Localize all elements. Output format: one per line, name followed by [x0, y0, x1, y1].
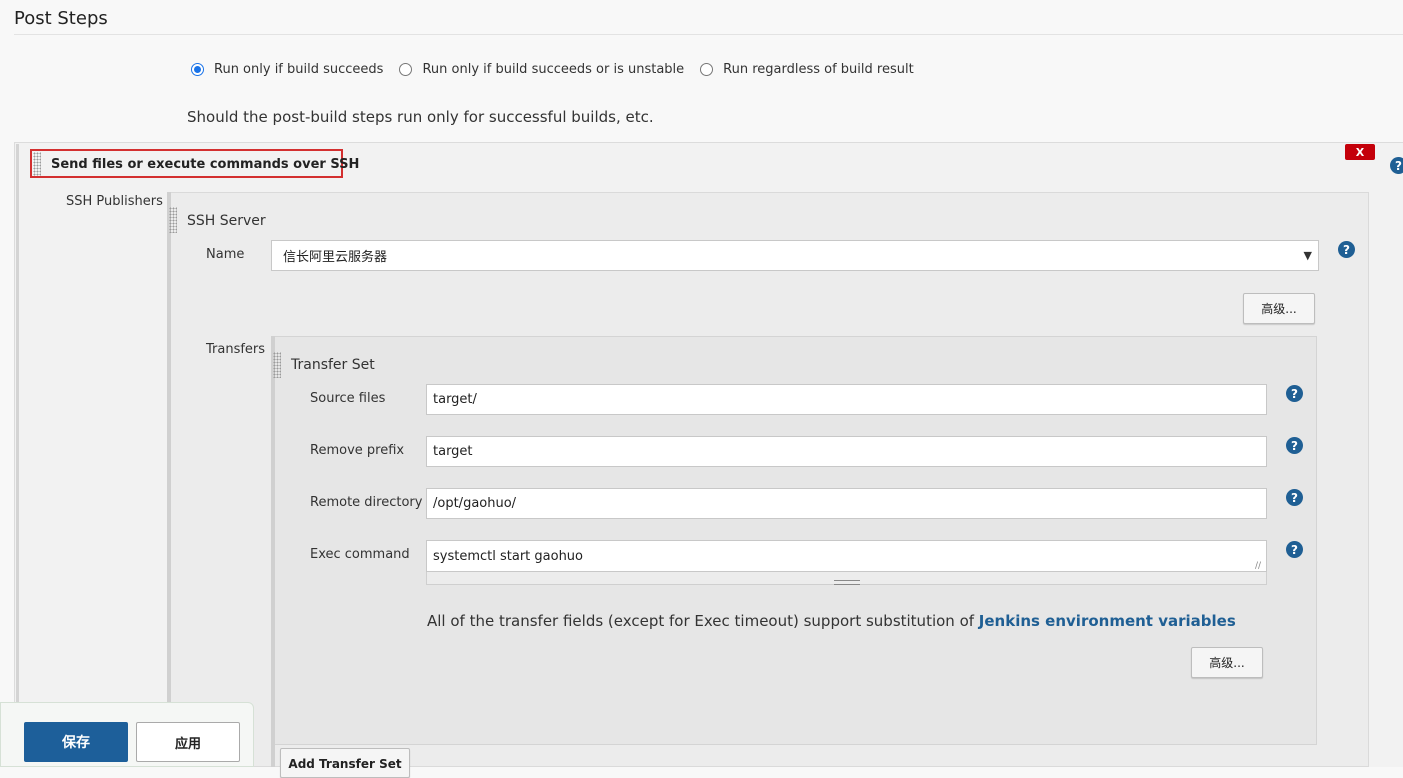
radio-option-unstable[interactable]: Run only if build succeeds or is unstabl…: [399, 62, 692, 77]
radio-label[interactable]: Run only if build succeeds or is unstabl…: [422, 62, 684, 77]
ssh-publishers-label: SSH Publishers: [66, 194, 163, 209]
help-icon[interactable]: ?: [1338, 241, 1355, 258]
remote-directory-label: Remote directory: [310, 495, 423, 510]
step-title: Send files or execute commands over SSH: [51, 157, 360, 172]
transfers-label: Transfers: [206, 342, 266, 357]
substitution-note: All of the transfer fields (except for E…: [427, 612, 1236, 630]
save-button[interactable]: 保存: [24, 722, 128, 762]
chevron-down-icon: ▼: [1303, 249, 1312, 262]
section-title: Post Steps: [14, 8, 108, 29]
help-icon[interactable]: ?: [1286, 489, 1303, 506]
drag-lines-icon: [834, 580, 860, 585]
radio-button-success[interactable]: [191, 63, 204, 76]
source-files-label: Source files: [310, 391, 386, 406]
drag-handle-icon[interactable]: [273, 352, 281, 378]
name-label: Name: [206, 247, 245, 262]
source-files-input[interactable]: target/: [426, 384, 1267, 415]
note-text: All of the transfer fields (except for E…: [427, 612, 979, 630]
panel-stripe: [167, 192, 171, 767]
radio-button-always[interactable]: [700, 63, 714, 76]
remove-prefix-label: Remove prefix: [310, 443, 405, 458]
help-icon[interactable]: ?: [1286, 541, 1303, 558]
transfer-set-heading: Transfer Set: [291, 357, 375, 373]
radio-label[interactable]: Run only if build succeeds: [214, 62, 383, 77]
drag-handle-icon[interactable]: [169, 207, 177, 233]
transfer-advanced-button[interactable]: 高级...: [1191, 647, 1263, 678]
apply-button[interactable]: 应用: [136, 722, 240, 762]
server-advanced-button[interactable]: 高级...: [1243, 293, 1315, 324]
help-icon[interactable]: ?: [1286, 437, 1303, 454]
add-transfer-set-button[interactable]: Add Transfer Set: [280, 748, 410, 778]
step-stripe: [16, 144, 19, 767]
radio-label[interactable]: Run regardless of build result: [723, 62, 914, 77]
remote-directory-input[interactable]: /opt/gaohuo/: [426, 488, 1267, 519]
divider: [14, 34, 1403, 35]
remove-prefix-input[interactable]: target: [426, 436, 1267, 467]
panel-stripe: [271, 336, 275, 767]
run-condition-description: Should the post-build steps run only for…: [187, 108, 654, 126]
exec-command-label: Exec command: [310, 547, 410, 562]
delete-step-button[interactable]: X: [1345, 144, 1375, 160]
exec-command-textarea[interactable]: systemctl start gaohuo: [426, 540, 1267, 572]
resize-grip-icon[interactable]: ∕∕: [1255, 561, 1261, 571]
radio-option-always[interactable]: Run regardless of build result: [700, 62, 922, 77]
env-variables-link[interactable]: Jenkins environment variables: [979, 612, 1236, 630]
run-condition-group: Run only if build succeeds Run only if b…: [191, 62, 930, 77]
radio-option-success[interactable]: Run only if build succeeds: [191, 62, 391, 77]
ssh-server-heading: SSH Server: [187, 213, 266, 229]
help-icon[interactable]: ?: [1286, 385, 1303, 402]
help-icon[interactable]: ?: [1390, 157, 1403, 174]
ssh-server-selected-value: 信长阿里云服务器: [283, 250, 388, 265]
ssh-server-select[interactable]: 信长阿里云服务器 ▼: [271, 240, 1319, 271]
radio-button-unstable[interactable]: [399, 63, 413, 76]
